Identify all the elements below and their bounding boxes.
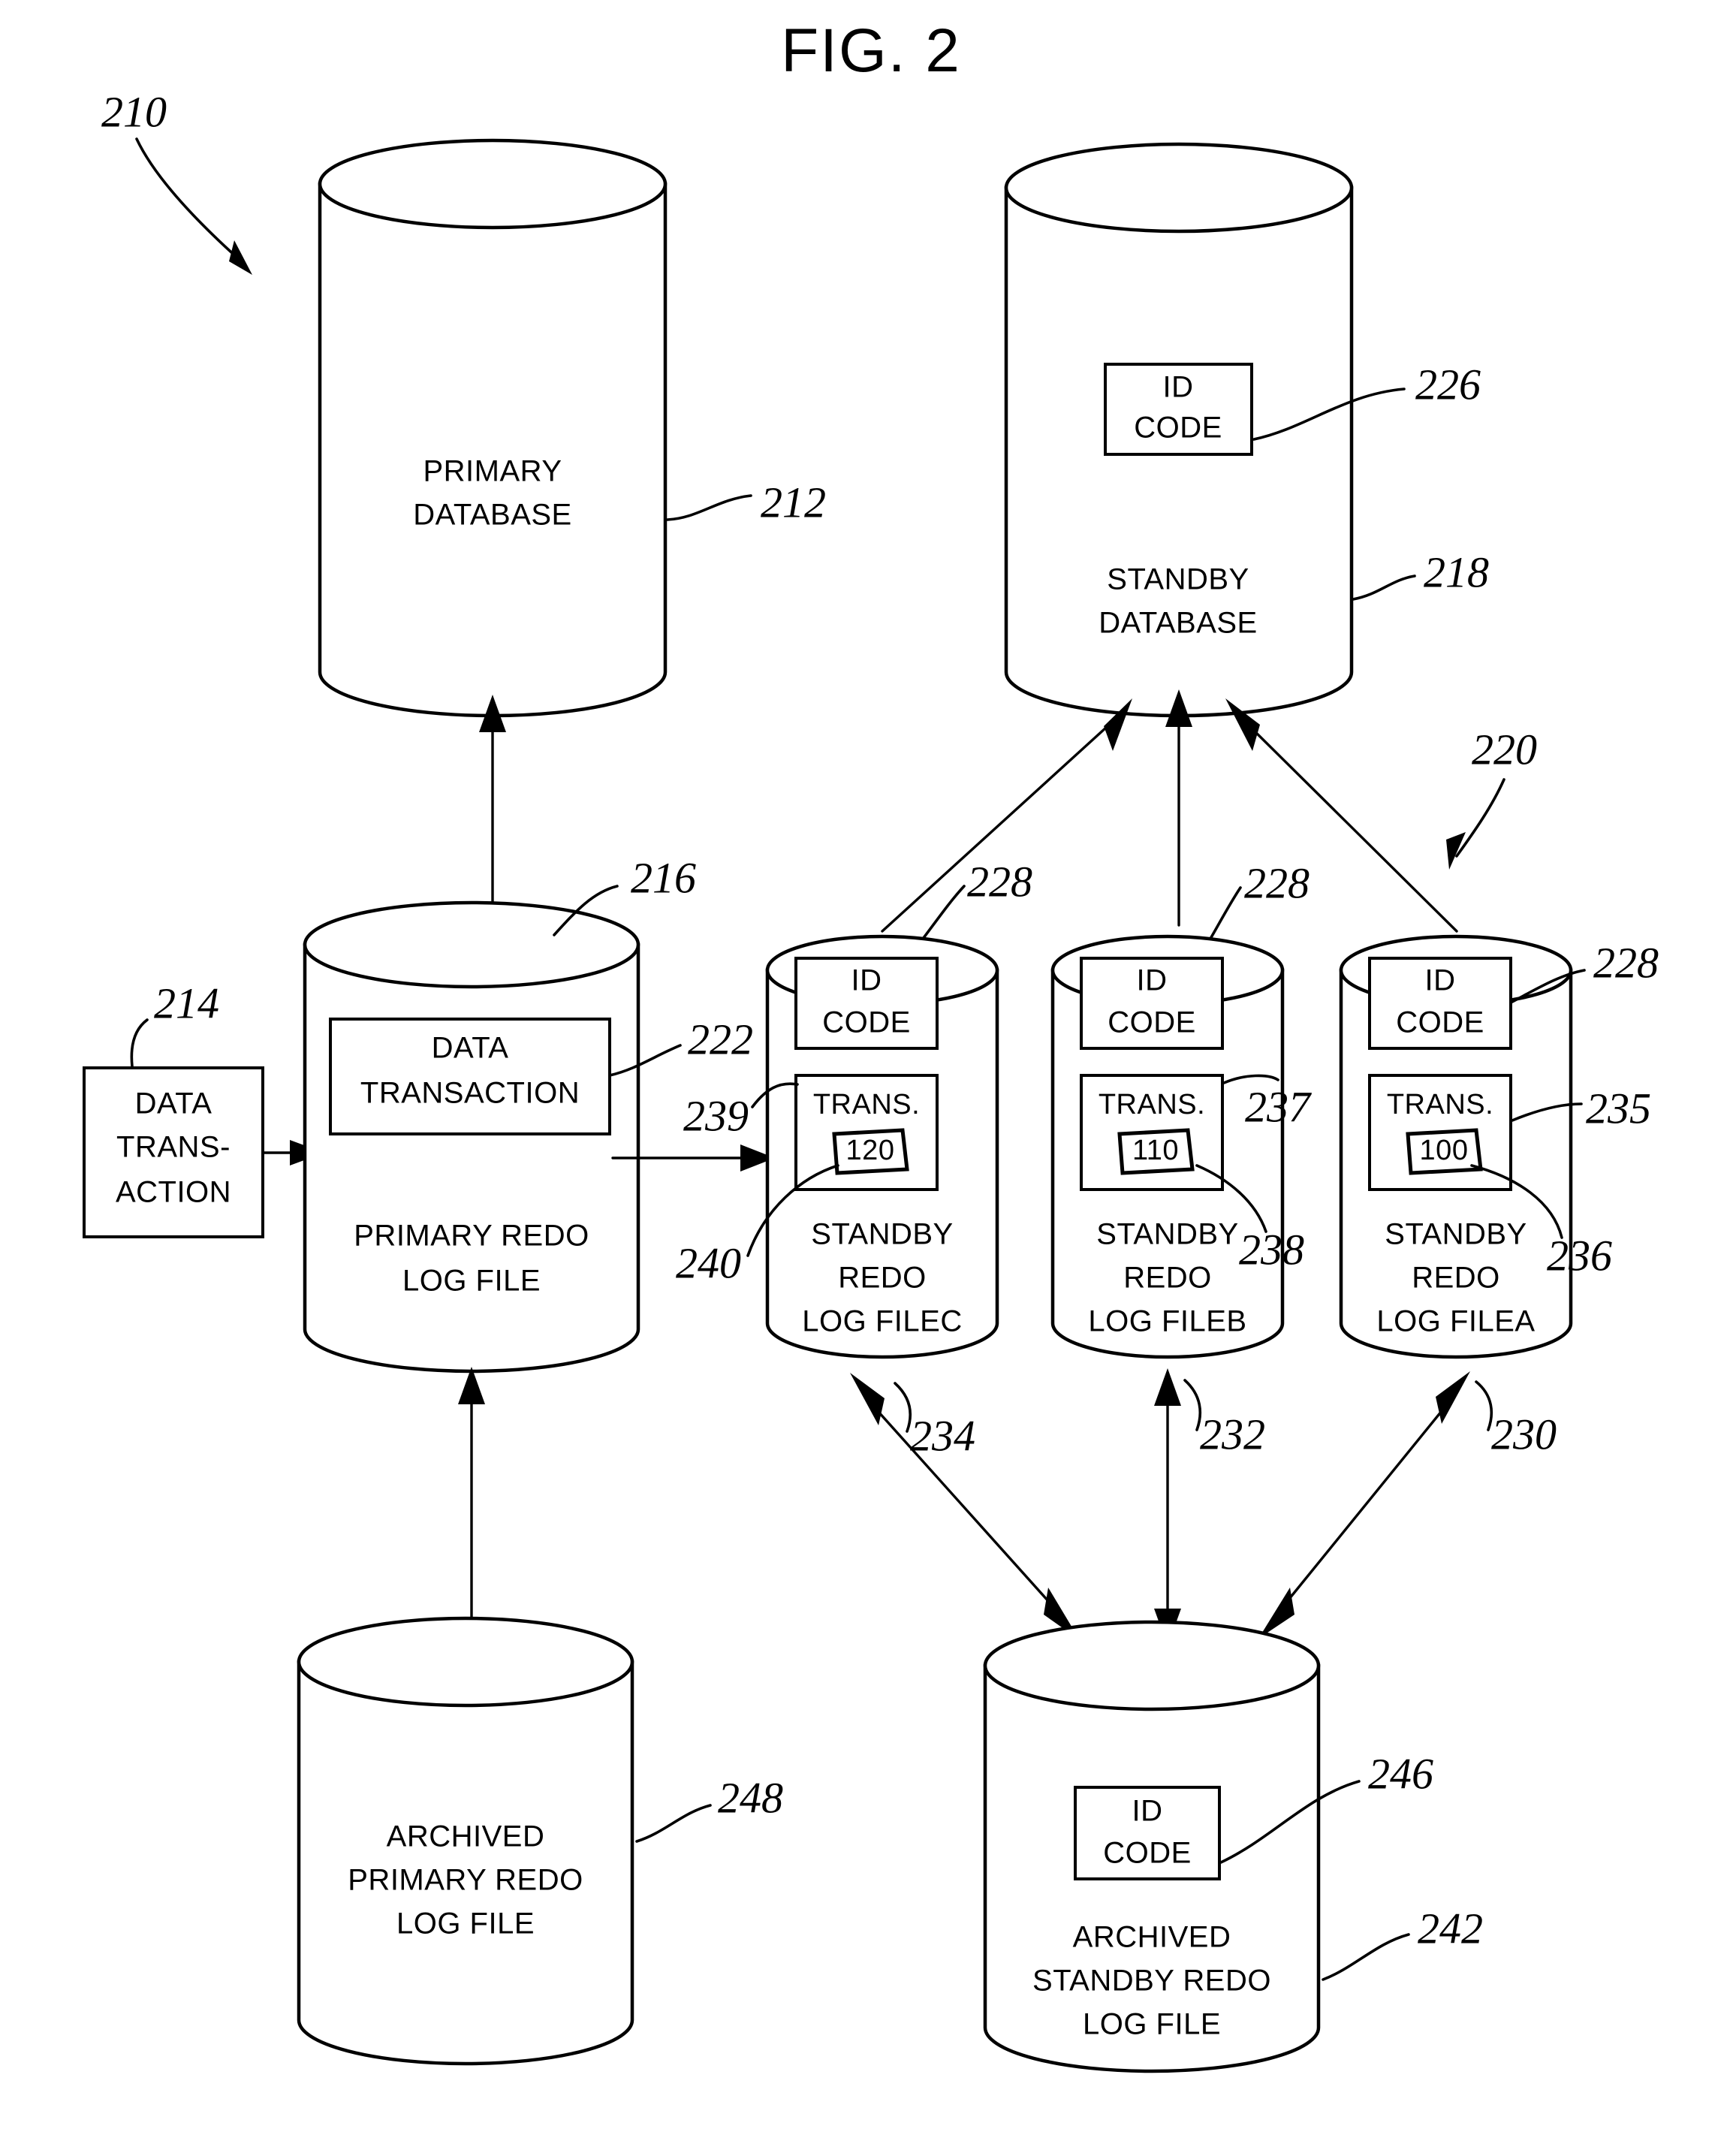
primary-database-label-line2: DATABASE [413,499,571,532]
reference-numeral-228-c: 228 [967,857,1032,906]
data-transaction-input-line2: TRANS- [116,1131,231,1164]
reference-210-group: 210 [101,87,252,275]
reference-numeral-212: 212 [761,478,826,526]
reference-numeral-242: 242 [1418,1904,1483,1953]
standby-a-label-line2: REDO [1412,1262,1500,1295]
standby-c-trans-label: TRANS. [813,1089,920,1120]
standby-c-id-code-line1: ID [851,964,882,997]
standby-b-label-line1: STANDBY [1096,1218,1238,1251]
standby-a-label-line1: STANDBY [1385,1218,1527,1251]
archived-primary-label-line3: LOG FILE [396,1907,535,1940]
reference-numeral-235: 235 [1586,1084,1651,1132]
standby-b-trans-label: TRANS. [1099,1089,1205,1120]
standby-database-label-line1: STANDBY [1107,563,1249,596]
standby-a-label-line3: LOG FILEA [1376,1305,1535,1338]
standby-a-trans-value: 100 [1420,1135,1469,1166]
reference-numeral-210: 210 [101,87,167,136]
reference-numeral-214: 214 [154,979,219,1027]
arrow-primary-redo-archived-bidirectional [458,1367,485,1657]
arrow-standby-c-archived-bidirectional: 234 [850,1373,1080,1640]
data-transaction-input-line3: ACTION [116,1176,231,1209]
reference-numeral-246: 246 [1368,1749,1433,1798]
standby-a-id-code-line1: ID [1425,964,1456,997]
standby-b-id-code-line1: ID [1137,964,1168,997]
archived-standby-label-line2: STANDBY REDO [1032,1965,1271,1998]
standby-database-id-code-line2: CODE [1134,412,1222,445]
archived-standby-id-code-line1: ID [1132,1795,1163,1828]
reference-numeral-226: 226 [1415,360,1481,409]
reference-numeral-222: 222 [688,1015,753,1063]
standby-database-node: ID CODE 226 STANDBY DATABASE 218 [1004,142,1489,718]
standby-b-id-code-line2: CODE [1108,1006,1196,1039]
reference-numeral-216: 216 [631,853,696,902]
standby-c-label-line1: STANDBY [811,1218,953,1251]
data-transaction-input-node: DATA TRANS- ACTION 214 [83,979,324,1238]
arrow-primary-redo-to-primary-db [479,695,506,921]
standby-a-trans-label: TRANS. [1387,1089,1493,1120]
standby-redo-log-a-node: ID CODE TRANS. 100 STANDBY REDO LOG FILE… [1339,934,1659,1359]
primary-redo-label-line2: LOG FILE [402,1265,541,1298]
reference-numeral-228-a: 228 [1593,938,1659,987]
primary-database-node: PRIMARY DATABASE 212 [318,138,826,718]
standby-c-id-code-line2: CODE [822,1006,911,1039]
reference-numeral-228-b: 228 [1244,858,1310,907]
archived-primary-redo-log-node: ARCHIVED PRIMARY REDO LOG FILE 248 [297,1616,783,2066]
standby-b-trans-value: 110 [1132,1135,1179,1166]
arrow-standby-b-archived-bidirectional: 232 [1154,1368,1265,1646]
standby-c-trans-value: 120 [846,1135,895,1166]
primary-database-label-line1: PRIMARY [423,455,562,488]
reference-numeral-230: 230 [1491,1410,1557,1458]
reference-numeral-240: 240 [676,1238,741,1287]
standby-redo-log-b-node: ID CODE TRANS. 110 STANDBY REDO LOG FILE… [1050,934,1312,1359]
standby-database-label-line2: DATABASE [1099,607,1257,640]
primary-redo-inner-line2: TRANSACTION [360,1077,580,1110]
primary-redo-inner-line1: DATA [432,1032,509,1065]
standby-b-label-line2: REDO [1123,1262,1212,1295]
patent-figure-2: FIG. 2 210 PRIMARY DATABASE 212 ID CODE … [83,17,1659,2073]
standby-redo-log-c-node: ID CODE TRANS. 120 STANDBY REDO LOG FILE… [676,934,999,1359]
reference-numeral-234: 234 [910,1411,975,1460]
archived-standby-label-line1: ARCHIVED [1073,1921,1231,1954]
standby-database-id-code-line1: ID [1163,371,1194,404]
standby-b-label-line3: LOG FILEB [1088,1305,1246,1338]
reference-numeral-237: 237 [1245,1082,1312,1131]
figure-title: FIG. 2 [781,17,961,85]
arrow-standby-a-archived-bidirectional: 230 [1258,1371,1557,1639]
standby-a-id-code-line2: CODE [1396,1006,1484,1039]
reference-numeral-238: 238 [1239,1225,1304,1274]
archived-primary-label-line1: ARCHIVED [387,1820,545,1853]
reference-220-group: 220 [1446,725,1537,870]
reference-numeral-232: 232 [1200,1410,1265,1458]
standby-c-label-line2: REDO [838,1262,927,1295]
reference-numeral-220: 220 [1472,725,1537,773]
archived-standby-id-code-line2: CODE [1103,1837,1192,1870]
reference-numeral-236: 236 [1547,1231,1612,1280]
archived-primary-label-line2: PRIMARY REDO [348,1864,583,1897]
archived-standby-label-line3: LOG FILE [1083,2008,1221,2041]
reference-numeral-218: 218 [1424,547,1489,596]
data-transaction-input-line1: DATA [135,1087,212,1120]
reference-numeral-239: 239 [683,1091,749,1140]
reference-numeral-248: 248 [718,1773,783,1822]
primary-redo-label-line1: PRIMARY REDO [354,1220,589,1253]
archived-standby-redo-log-node: ID CODE 246 ARCHIVED STANDBY REDO LOG FI… [983,1620,1483,2073]
standby-c-label-line3: LOG FILEC [802,1305,962,1338]
